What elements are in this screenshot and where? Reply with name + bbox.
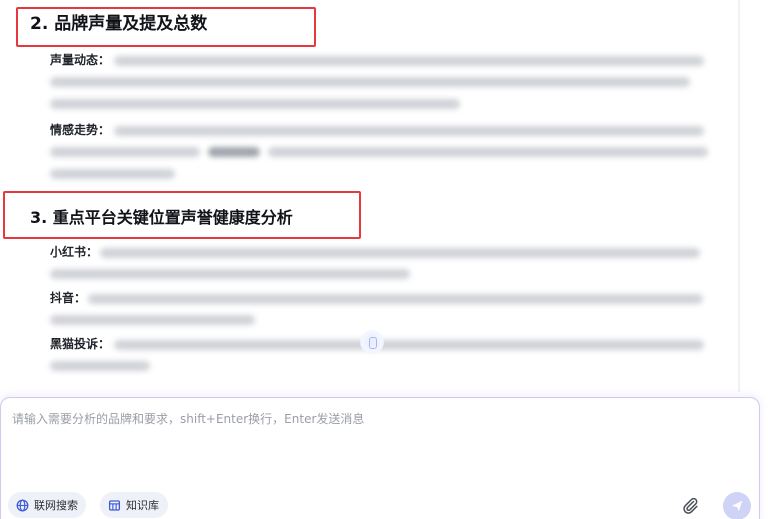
send-arrow-icon (731, 500, 743, 512)
report-content: 2. 品牌声量及提及总数 声量动态： 情感走势： 3. 重点平台关键位置声誉健康… (0, 0, 740, 392)
chat-page: 2. 品牌声量及提及总数 声量动态： 情感走势： 3. 重点平台关键位置声誉健康… (0, 0, 768, 519)
blurred-text-line (50, 147, 200, 157)
section-title-brand-volume: 2. 品牌声量及提及总数 (30, 14, 208, 34)
paragraph-xiaohongshu: 小红书： (50, 244, 710, 284)
blurred-text-line (114, 340, 704, 350)
paperclip-icon[interactable] (681, 496, 699, 514)
blurred-text-line (50, 77, 690, 87)
blurred-text-line (50, 269, 410, 279)
message-input[interactable] (12, 410, 712, 480)
paragraph-douyin: 抖音： (50, 290, 710, 330)
blurred-text-line (50, 99, 460, 109)
paragraph-sentiment-trend: 情感走势： (50, 122, 710, 182)
blurred-text-line (50, 361, 150, 371)
label-heimao-complaints: 黑猫投诉： (50, 337, 111, 351)
blurred-text-line (114, 126, 704, 136)
book-icon (108, 499, 121, 511)
label-volume-dynamics: 声量动态： (50, 53, 111, 67)
section-title-platform-reputation: 3. 重点平台关键位置声誉健康度分析 (30, 208, 293, 227)
blurred-text-line (268, 147, 708, 157)
message-input-panel: 联网搜索 知识库 (0, 397, 760, 519)
knowledge-base-button[interactable]: 知识库 (100, 492, 168, 518)
label-sentiment-trend: 情感走势： (50, 123, 111, 137)
paragraph-volume-dynamics: 声量动态： (50, 52, 710, 112)
web-search-button[interactable]: 联网搜索 (8, 492, 86, 518)
blurred-text-line (88, 294, 703, 304)
blurred-text-line (114, 56, 704, 66)
label-douyin: 抖音： (50, 291, 87, 305)
knowledge-base-label: 知识库 (126, 499, 159, 512)
blurred-text-line (50, 315, 255, 325)
loading-spinner-icon (360, 330, 384, 354)
send-button[interactable] (723, 492, 751, 519)
blurred-text-line (50, 169, 175, 179)
globe-icon (16, 499, 29, 511)
blurred-text-line (100, 248, 700, 258)
web-search-label: 联网搜索 (34, 499, 78, 512)
label-xiaohongshu: 小红书： (50, 245, 99, 259)
blurred-text-line (208, 147, 260, 157)
